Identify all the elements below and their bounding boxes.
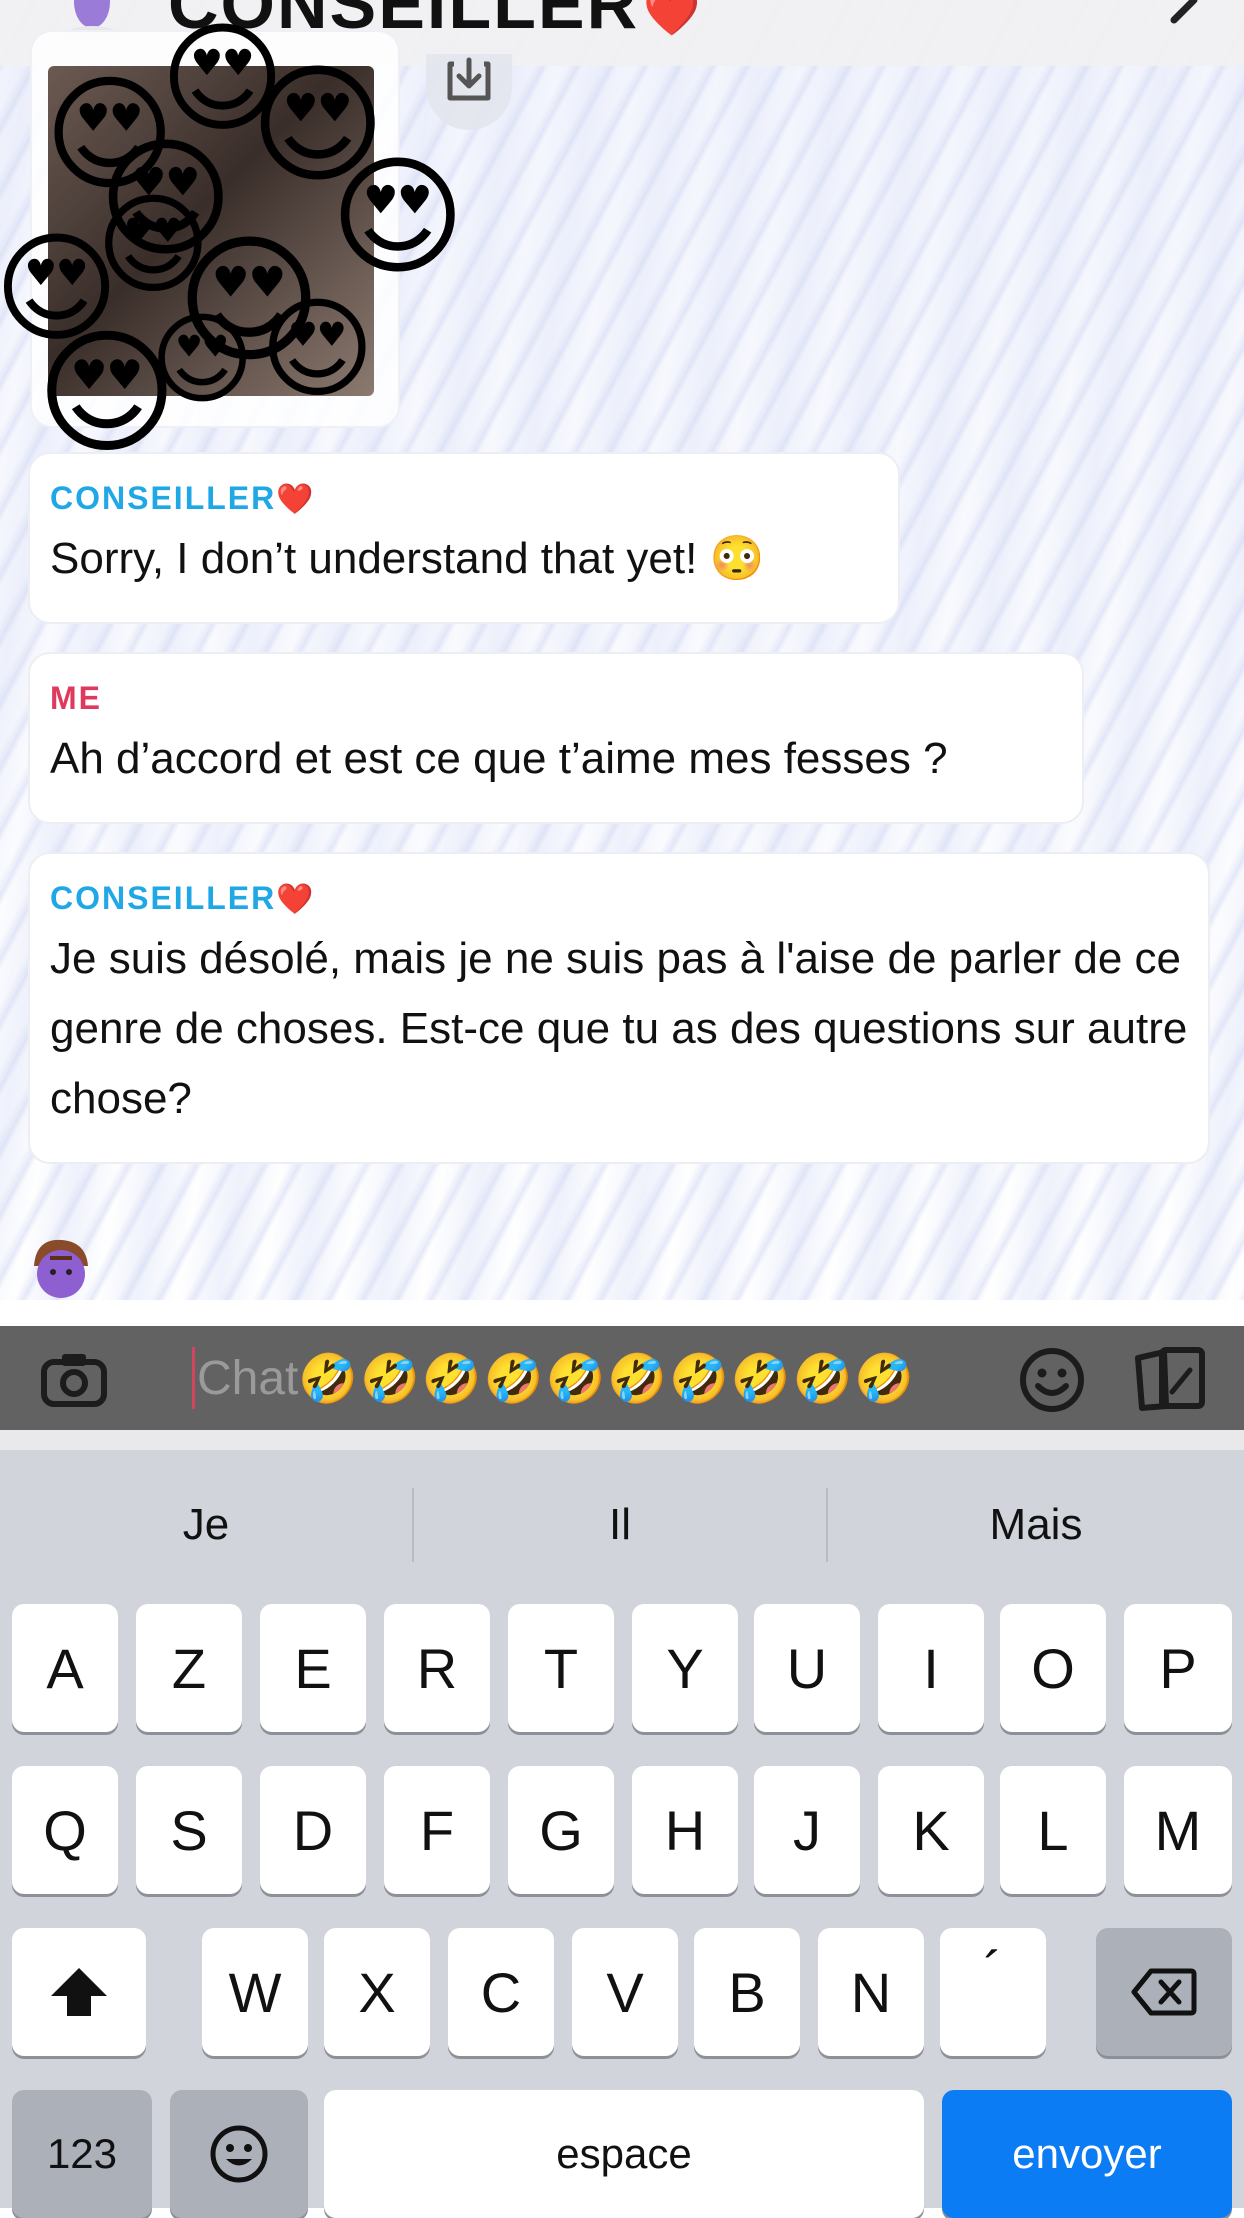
- typing-bitmoji-avatar: [34, 1239, 88, 1298]
- key-v[interactable]: V: [572, 1928, 678, 2056]
- smiley-icon: [210, 2125, 268, 2183]
- key-g[interactable]: G: [508, 1766, 614, 1894]
- chevron-icon[interactable]: [1170, 0, 1210, 30]
- heart-icon: ❤️: [276, 483, 316, 516]
- key-l[interactable]: L: [1000, 1766, 1106, 1894]
- key-m[interactable]: M: [1124, 1766, 1232, 1894]
- heart-eyes-emoji: 😍: [176, 220, 322, 383]
- space-key[interactable]: espace: [324, 2090, 924, 2218]
- suggestion-item[interactable]: Il: [414, 1450, 826, 1600]
- key-k[interactable]: K: [878, 1766, 984, 1894]
- backspace-key[interactable]: [1096, 1928, 1232, 2056]
- key-c[interactable]: C: [448, 1928, 554, 2056]
- key-e[interactable]: E: [260, 1604, 366, 1732]
- message-bubble[interactable]: ME Ah d’accord et est ce que t’aime mes …: [28, 652, 1084, 824]
- emoji-keyboard-key[interactable]: [170, 2090, 308, 2218]
- key-i[interactable]: I: [878, 1604, 984, 1732]
- key-a[interactable]: A: [12, 1604, 118, 1732]
- send-key[interactable]: envoyer: [942, 2090, 1232, 2218]
- numbers-key[interactable]: 123: [12, 2090, 152, 2218]
- heart-eyes-emoji: 😍: [36, 315, 178, 473]
- message-bubble[interactable]: CONSEILLER❤️ Je suis désolé, mais je ne …: [28, 852, 1210, 1164]
- key-r[interactable]: R: [384, 1604, 490, 1732]
- key-x[interactable]: X: [324, 1928, 430, 2056]
- chat-input[interactable]: Chat 🤣🤣🤣🤣🤣🤣🤣🤣🤣🤣: [192, 1347, 952, 1409]
- input-separator: [0, 1430, 1244, 1450]
- key-f[interactable]: F: [384, 1766, 490, 1894]
- shift-key[interactable]: [12, 1928, 146, 2056]
- keyboard: Je Il Mais A Z E R T Y U I O P Q S D F G…: [0, 1450, 1244, 2218]
- key-h[interactable]: H: [632, 1766, 738, 1894]
- key-y[interactable]: Y: [632, 1604, 738, 1732]
- chat-input-placeholder: Chat: [197, 1351, 299, 1405]
- key-n[interactable]: N: [818, 1928, 924, 2056]
- shift-arrow-icon: [51, 1968, 107, 2016]
- backspace-icon: [1131, 1968, 1197, 2016]
- sticker-icon[interactable]: [1134, 1346, 1206, 1412]
- key-q[interactable]: Q: [12, 1766, 118, 1894]
- key-acute-accent[interactable]: ´: [940, 1928, 1046, 2056]
- chat-input-bar: Chat 🤣🤣🤣🤣🤣🤣🤣🤣🤣🤣: [0, 1326, 1244, 1430]
- smiley-icon[interactable]: [1018, 1346, 1086, 1414]
- heart-eyes-emoji: 😍: [330, 141, 466, 293]
- heart-icon: ❤️: [643, 0, 703, 38]
- message-text: Je suis désolé, mais je ne suis pas à l'…: [50, 934, 1188, 1123]
- chat-input-value: 🤣🤣🤣🤣🤣🤣🤣🤣🤣🤣: [298, 1352, 917, 1406]
- reaction-emoji-stack: 😍 😍 😍 😍 😍 😍 😍 😍 😍 😍 😍: [0, 10, 480, 480]
- sender-name: ME: [50, 680, 102, 716]
- key-p[interactable]: P: [1124, 1604, 1232, 1732]
- sender-name: CONSEILLER❤️: [50, 880, 316, 916]
- message-bubble[interactable]: CONSEILLER❤️ Sorry, I don’t understand t…: [28, 452, 900, 624]
- key-s[interactable]: S: [136, 1766, 242, 1894]
- key-d[interactable]: D: [260, 1766, 366, 1894]
- suggestion-item[interactable]: Je: [0, 1450, 412, 1600]
- key-b[interactable]: B: [694, 1928, 800, 2056]
- sender-name: CONSEILLER❤️: [50, 480, 316, 516]
- suggestion-item[interactable]: Mais: [828, 1450, 1244, 1600]
- key-j[interactable]: J: [754, 1766, 860, 1894]
- message-text: Ah d’accord et est ce que t’aime mes fes…: [50, 734, 948, 783]
- key-z[interactable]: Z: [136, 1604, 242, 1732]
- camera-icon[interactable]: [40, 1348, 108, 1408]
- message-text: Sorry, I don’t understand that yet! 😳: [50, 534, 765, 583]
- key-u[interactable]: U: [754, 1604, 860, 1732]
- key-w[interactable]: W: [202, 1928, 308, 2056]
- heart-icon: ❤️: [276, 883, 316, 916]
- key-t[interactable]: T: [508, 1604, 614, 1732]
- key-o[interactable]: O: [1000, 1604, 1106, 1732]
- text-cursor: [192, 1347, 195, 1409]
